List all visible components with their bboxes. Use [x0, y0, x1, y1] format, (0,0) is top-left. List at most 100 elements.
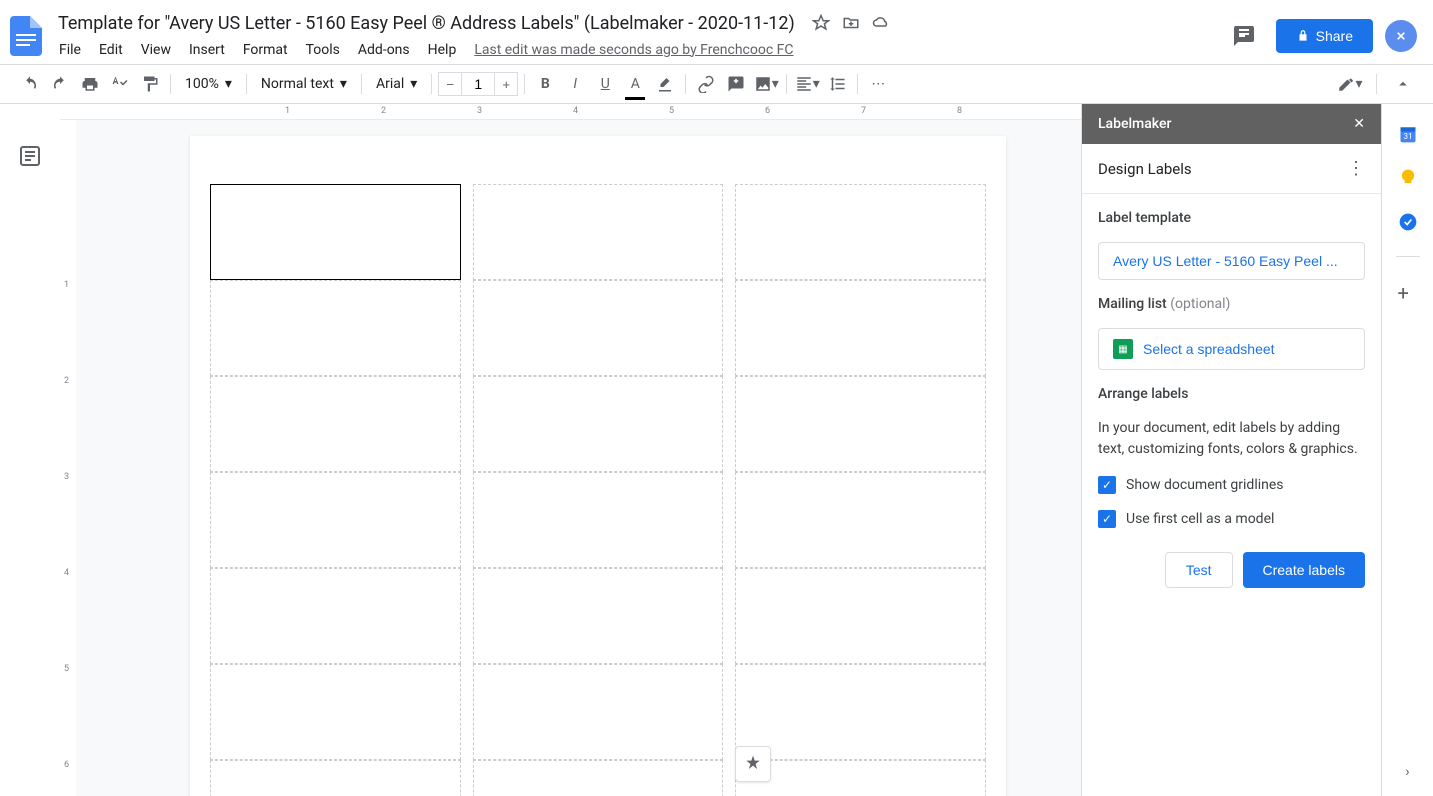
- font-select[interactable]: Arial▾: [368, 72, 425, 96]
- sheets-icon: ▦: [1113, 339, 1133, 359]
- menu-view[interactable]: View: [134, 38, 178, 62]
- panel-subtitle: Design Labels: [1098, 160, 1192, 178]
- label-cell[interactable]: [210, 664, 461, 760]
- label-cell[interactable]: [473, 664, 724, 760]
- line-spacing-icon[interactable]: [823, 70, 851, 98]
- arrange-label: Arrange labels: [1098, 386, 1365, 402]
- label-cell[interactable]: [473, 376, 724, 472]
- more-icon[interactable]: ⋯: [864, 70, 892, 98]
- italic-icon[interactable]: I: [561, 70, 589, 98]
- redo-icon[interactable]: [46, 70, 74, 98]
- create-labels-button[interactable]: Create labels: [1243, 552, 1366, 588]
- check-icon: ✓: [1098, 510, 1116, 528]
- label-cell[interactable]: [735, 280, 986, 376]
- move-icon[interactable]: [841, 13, 861, 33]
- underline-icon[interactable]: U: [591, 70, 619, 98]
- gridlines-checkbox[interactable]: ✓ Show document gridlines: [1098, 476, 1365, 494]
- print-icon[interactable]: [76, 70, 104, 98]
- align-icon[interactable]: ▾: [793, 70, 821, 98]
- star-icon[interactable]: [811, 13, 831, 33]
- cloud-icon[interactable]: [871, 13, 891, 33]
- outline-icon[interactable]: [18, 144, 42, 168]
- editing-mode-icon[interactable]: ▾: [1336, 70, 1364, 98]
- link-icon[interactable]: [692, 70, 720, 98]
- label-cell[interactable]: [473, 472, 724, 568]
- calendar-icon[interactable]: 31: [1398, 124, 1418, 144]
- document-title[interactable]: Template for "Avery US Letter - 5160 Eas…: [52, 11, 801, 36]
- vertical-ruler[interactable]: 1 2 3 4 5 6: [60, 120, 76, 796]
- panel-title: Labelmaker: [1098, 116, 1171, 132]
- label-cell[interactable]: [473, 760, 724, 796]
- menu-tools[interactable]: Tools: [299, 38, 347, 62]
- mailing-label: Mailing list (optional): [1098, 296, 1365, 312]
- image-icon[interactable]: ▾: [752, 70, 780, 98]
- test-button[interactable]: Test: [1165, 552, 1233, 588]
- highlight-icon[interactable]: [651, 70, 679, 98]
- increase-font-icon[interactable]: +: [494, 72, 518, 96]
- lock-icon: [1296, 29, 1310, 43]
- template-select-button[interactable]: Avery US Letter - 5160 Easy Peel ...: [1098, 242, 1365, 280]
- menu-file[interactable]: File: [52, 38, 88, 62]
- chevron-down-icon: ▾: [410, 76, 417, 92]
- chevron-down-icon: ▾: [225, 76, 232, 92]
- collapse-rail-icon[interactable]: ›: [1405, 764, 1409, 780]
- label-cell[interactable]: [735, 376, 986, 472]
- document-editor[interactable]: 1 2 3 4 5 6 7 8 1 2 3 4 5 6: [60, 104, 1081, 796]
- label-cell[interactable]: [735, 760, 986, 796]
- label-cell[interactable]: [210, 568, 461, 664]
- collapse-icon[interactable]: [1389, 70, 1417, 98]
- comments-icon[interactable]: [1224, 16, 1264, 56]
- add-addon-icon[interactable]: +: [1398, 281, 1418, 301]
- label-cell[interactable]: [210, 280, 461, 376]
- last-edit-link[interactable]: Last edit was made seconds ago by French…: [467, 38, 800, 62]
- chevron-down-icon: ▾: [340, 76, 347, 92]
- menu-insert[interactable]: Insert: [182, 38, 232, 62]
- label-cell[interactable]: [473, 184, 724, 280]
- menu-help[interactable]: Help: [421, 38, 464, 62]
- label-cell[interactable]: [735, 568, 986, 664]
- label-cell[interactable]: [210, 760, 461, 796]
- undo-icon[interactable]: [16, 70, 44, 98]
- side-rail: 31 + ›: [1381, 104, 1433, 796]
- labelmaker-panel: Labelmaker ✕ Design Labels ⋮ Label templ…: [1081, 104, 1381, 796]
- menu-edit[interactable]: Edit: [92, 38, 130, 62]
- label-cell[interactable]: [473, 568, 724, 664]
- label-cell[interactable]: [210, 376, 461, 472]
- close-icon[interactable]: ✕: [1353, 116, 1365, 132]
- check-icon: ✓: [1098, 476, 1116, 494]
- svg-text:31: 31: [1403, 132, 1412, 142]
- tasks-icon[interactable]: [1398, 212, 1418, 232]
- font-size-stepper[interactable]: − +: [438, 72, 518, 96]
- first-cell-checkbox[interactable]: ✓ Use first cell as a model: [1098, 510, 1365, 528]
- explore-button[interactable]: [735, 746, 771, 782]
- bold-icon[interactable]: B: [531, 70, 559, 98]
- document-page[interactable]: [190, 136, 1006, 796]
- text-color-icon[interactable]: A: [621, 70, 649, 98]
- zoom-select[interactable]: 100%▾: [177, 72, 240, 96]
- label-cell-active[interactable]: [210, 184, 461, 280]
- arrange-text: In your document, edit labels by adding …: [1098, 418, 1365, 460]
- menu-addons[interactable]: Add-ons: [351, 38, 417, 62]
- share-button[interactable]: Share: [1276, 19, 1373, 53]
- docs-logo-icon[interactable]: [8, 18, 44, 54]
- comment-add-icon[interactable]: [722, 70, 750, 98]
- template-label: Label template: [1098, 210, 1365, 226]
- style-select[interactable]: Normal text▾: [253, 72, 355, 96]
- kebab-menu-icon[interactable]: ⋮: [1347, 158, 1365, 179]
- paint-format-icon[interactable]: [136, 70, 164, 98]
- label-cell[interactable]: [210, 472, 461, 568]
- label-cell[interactable]: [735, 664, 986, 760]
- decrease-font-icon[interactable]: −: [438, 72, 462, 96]
- label-cell[interactable]: [735, 472, 986, 568]
- select-spreadsheet-button[interactable]: ▦ Select a spreadsheet: [1098, 328, 1365, 370]
- label-cell[interactable]: [735, 184, 986, 280]
- label-cell[interactable]: [473, 280, 724, 376]
- menu-bar: File Edit View Insert Format Tools Add-o…: [52, 38, 1224, 62]
- horizontal-ruler[interactable]: 1 2 3 4 5 6 7 8: [60, 104, 1081, 120]
- font-size-input[interactable]: [462, 72, 494, 96]
- menu-format[interactable]: Format: [236, 38, 295, 62]
- spellcheck-icon[interactable]: [106, 70, 134, 98]
- user-avatar[interactable]: [1385, 20, 1417, 52]
- share-label: Share: [1316, 28, 1353, 44]
- keep-icon[interactable]: [1398, 168, 1418, 188]
